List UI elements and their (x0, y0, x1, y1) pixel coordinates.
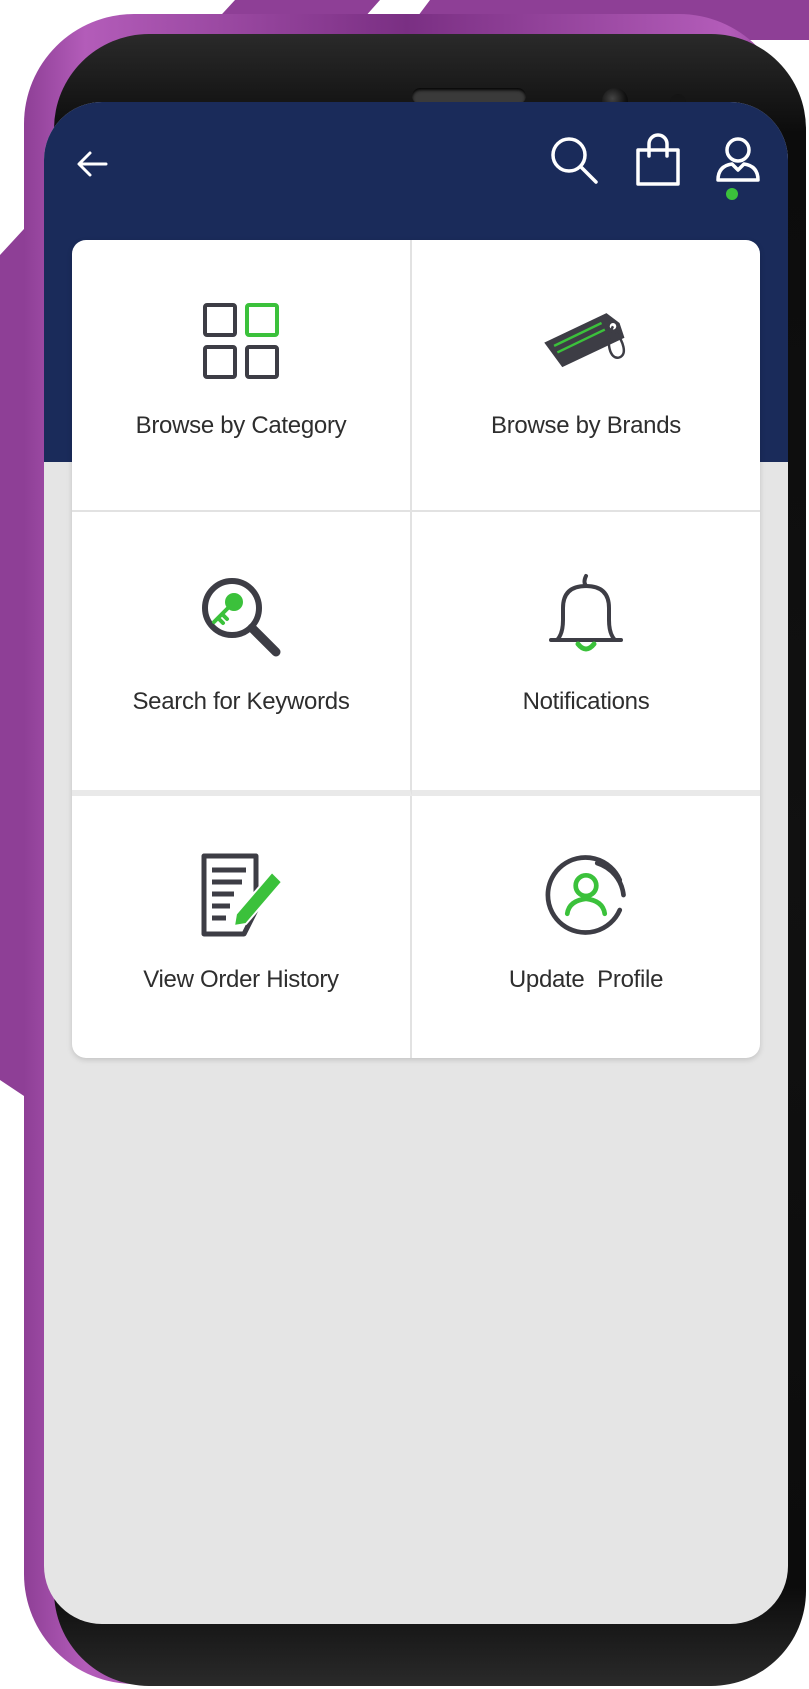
grid-icon (203, 303, 279, 379)
key-search-icon (202, 578, 281, 657)
document-edit-icon (201, 853, 284, 937)
menu-item-label: Update Profile (508, 966, 664, 993)
menu-grid: Browse by Category Browse by Brands Sear… (72, 240, 760, 1058)
tag-icon (544, 313, 626, 368)
bell-icon (549, 574, 623, 652)
menu-item-view-order-history[interactable]: View Order History (72, 796, 412, 1058)
menu-item-label: Notifications (522, 688, 650, 715)
shopping-bag-icon (636, 133, 680, 186)
arrow-left-icon (77, 151, 108, 177)
menu-item-label: Search for Keywords (132, 688, 350, 715)
menu-item-search-for-keywords[interactable]: Search for Keywords (72, 512, 412, 796)
profile-circle-icon (545, 855, 626, 935)
search-button[interactable] (544, 130, 604, 190)
menu-item-update-profile[interactable]: Update Profile (412, 796, 760, 1058)
search-icon (551, 137, 598, 184)
menu-item-label: View Order History (143, 966, 339, 993)
menu-item-label: Browse by Category (135, 412, 347, 439)
menu-item-browse-by-category[interactable]: Browse by Category (72, 240, 412, 512)
menu-item-browse-by-brands[interactable]: Browse by Brands (412, 240, 760, 512)
menu-item-label: Browse by Brands (491, 412, 681, 439)
user-icon (716, 137, 760, 182)
profile-button[interactable] (706, 126, 770, 202)
menu-item-notifications[interactable]: Notifications (412, 512, 760, 796)
online-status-dot (726, 188, 738, 200)
app-screen: Browse by Category Browse by Brands Sear… (44, 102, 788, 1624)
back-button[interactable] (66, 138, 118, 190)
cart-button[interactable] (628, 130, 688, 190)
